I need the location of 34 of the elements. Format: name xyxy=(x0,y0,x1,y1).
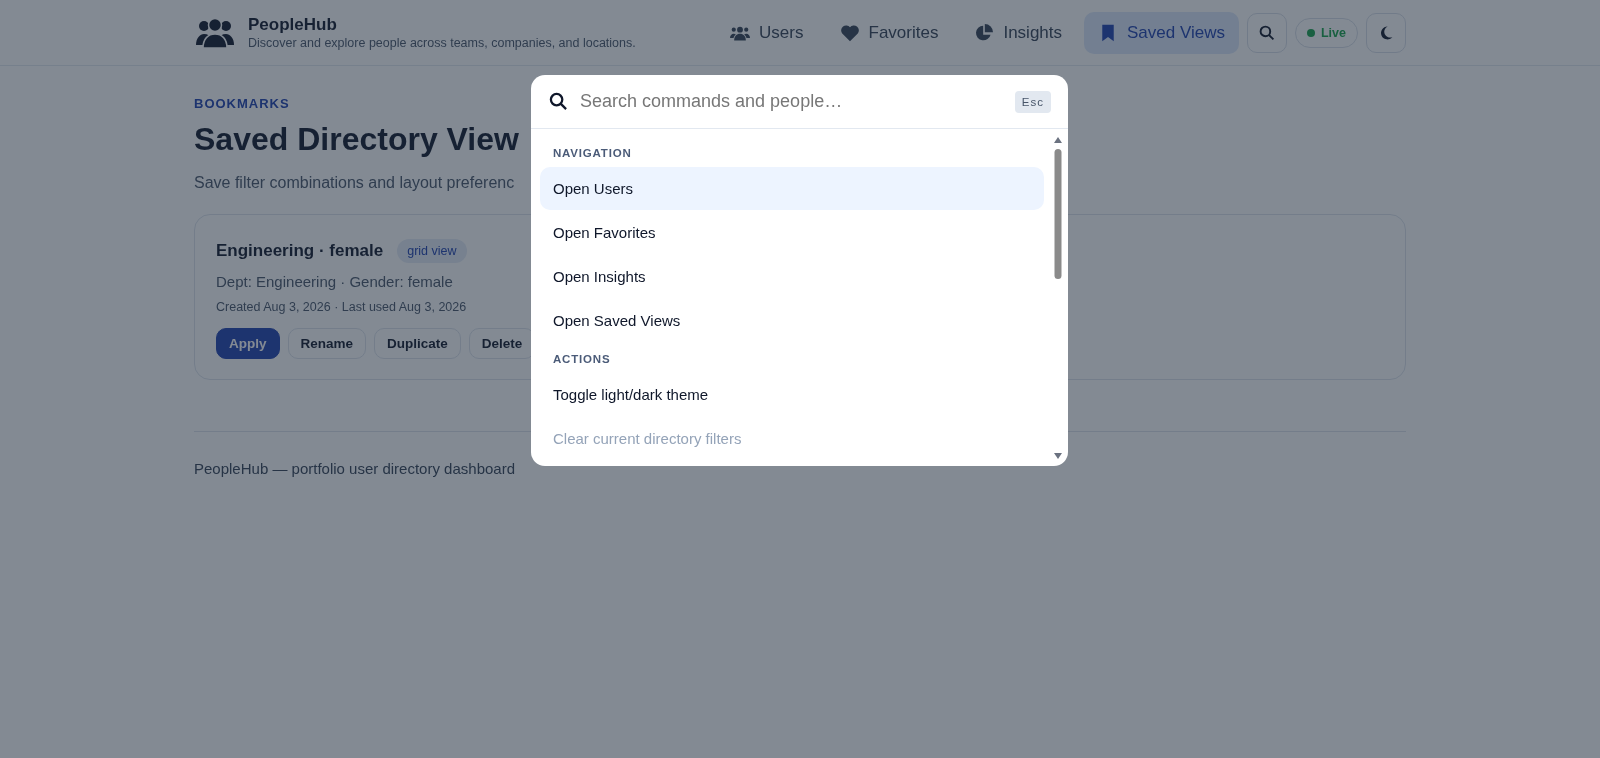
section-heading: ACTIONS xyxy=(552,352,612,367)
command-item[interactable]: Open Users xyxy=(540,167,1044,210)
filter-summary: Dept: Engineering · Gender: female xyxy=(216,273,453,290)
heart-icon xyxy=(839,23,860,42)
action-button[interactable]: Rename xyxy=(287,328,367,359)
saved-view-name: Engineering · female xyxy=(216,241,384,261)
nav-tab[interactable]: Users xyxy=(716,11,818,54)
command-item[interactable]: Open Favorites xyxy=(540,211,1044,254)
page-subtitle: Save filter combinations and layout preferenc xyxy=(194,174,515,192)
footer-text: PeopleHub — portfolio user directory dashboard xyxy=(194,460,516,477)
command-item[interactable]: Open Insights xyxy=(540,255,1044,298)
command-item[interactable]: Toggle light/dark theme xyxy=(540,373,1044,416)
search-icon xyxy=(1259,24,1275,41)
view-dates: Created Aug 3, 2026 · Last used Aug 3, 2026 xyxy=(216,300,468,314)
brand-tagline: Discover and explore people across teams, companies, and locations. xyxy=(248,36,636,50)
status-label: Live xyxy=(1321,25,1346,40)
page-title: Saved Directory View xyxy=(194,121,519,158)
section-heading: NAVIGATION xyxy=(552,146,633,161)
theme-toggle-button[interactable] xyxy=(1366,12,1406,53)
nav-tab[interactable]: Insights xyxy=(960,11,1076,54)
moon-icon xyxy=(1378,24,1394,41)
action-button[interactable]: Duplicate xyxy=(374,328,461,359)
apply-button[interactable]: Apply xyxy=(216,328,280,359)
brand-name: PeopleHub xyxy=(248,15,338,35)
people-logo-icon xyxy=(194,16,236,49)
command-item[interactable]: Open Saved Views xyxy=(540,299,1044,342)
search-icon xyxy=(549,92,568,111)
pie-chart-icon xyxy=(974,23,995,42)
nav-tab[interactable]: Saved Views xyxy=(1084,11,1239,54)
search-button[interactable] xyxy=(1247,12,1287,53)
view-mode-tag: grid view xyxy=(397,239,467,263)
nav-tab[interactable]: Favorites xyxy=(825,11,953,54)
section-eyebrow: BOOKMARKS xyxy=(194,96,290,111)
esc-key-hint: Esc xyxy=(1014,90,1051,113)
